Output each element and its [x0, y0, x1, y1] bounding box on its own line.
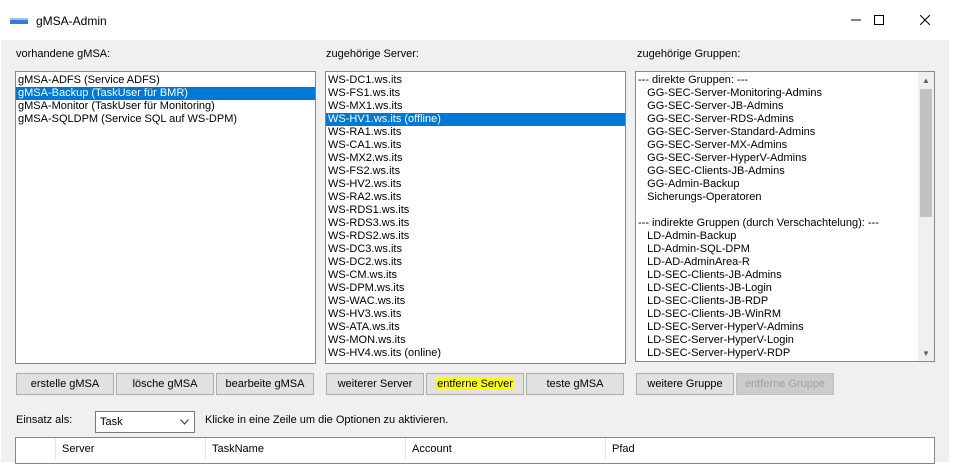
server-list-item[interactable]: WS-RDS2.ws.its [326, 230, 625, 243]
test-gmsa-button[interactable]: teste gMSA [526, 373, 624, 395]
group-list-item[interactable]: GG-SEC-Server-JB-Admins [636, 100, 918, 113]
group-list-item[interactable]: --- direkte Gruppen: --- [636, 74, 918, 87]
group-list-item[interactable] [636, 204, 918, 217]
group-list-item[interactable]: GG-SEC-Server-MX-Admins [636, 139, 918, 152]
groups-label: zugehörige Gruppen: [637, 48, 741, 60]
server-list-item[interactable]: WS-MX1.ws.its [326, 100, 625, 113]
einsatz-select[interactable]: Task [95, 411, 195, 433]
gmsa-label: vorhandene gMSA: [16, 48, 111, 60]
einsatz-select-value: Task [100, 416, 123, 428]
column-header-pfad[interactable]: Pfad [606, 438, 934, 460]
group-list-item[interactable]: GG-SEC-Server-HyperV-Admins [636, 152, 918, 165]
client-area: vorhandene gMSA: zugehörige Server: zuge… [1, 40, 949, 464]
remove-server-button[interactable]: entferne Server [426, 373, 524, 395]
gmsa-listbox[interactable]: gMSA-ADFS (Service ADFS) gMSA-Backup (Tas… [15, 71, 316, 364]
group-list-item[interactable]: --- indirekte Gruppen (durch Verschachte… [636, 217, 918, 230]
chevron-down-icon [180, 419, 189, 425]
server-list-item[interactable]: WS-RDS1.ws.its [326, 204, 625, 217]
server-list-item[interactable]: WS-DC3.ws.its [326, 243, 625, 256]
server-list-item[interactable]: WS-MX2.ws.its [326, 152, 625, 165]
server-list-item[interactable]: WS-RA1.ws.its [326, 126, 625, 139]
group-list-item[interactable]: LD-Admin-SQL-DPM [636, 243, 918, 256]
server-list-item[interactable]: WS-MON.ws.its [326, 334, 625, 347]
delete-gmsa-button[interactable]: lösche gMSA [116, 373, 214, 395]
server-list-item[interactable]: WS-FS2.ws.its [326, 165, 625, 178]
create-gmsa-label: erstelle gMSA [30, 378, 100, 390]
column-header-account[interactable]: Account [406, 438, 606, 460]
server-list-item[interactable]: WS-HV3.ws.its [326, 308, 625, 321]
group-list-item[interactable]: GG-SEC-Server-Monitoring-Admins [636, 87, 918, 100]
create-gmsa-button[interactable]: erstelle gMSA [16, 373, 114, 395]
maximize-icon[interactable] [856, 0, 902, 40]
group-list-item[interactable]: LD-SEC-Server-HyperV-Admins [636, 321, 918, 334]
group-list-item[interactable]: LD-AD-AdminArea-R [636, 256, 918, 269]
task-table[interactable]: Server TaskName Account Pfad [15, 437, 935, 464]
group-list-item[interactable]: GG-SEC-Server-Standard-Admins [636, 126, 918, 139]
group-list-item[interactable]: LD-Admin-Backup [636, 230, 918, 243]
test-gmsa-label: teste gMSA [546, 378, 604, 390]
edit-gmsa-label: bearbeite gMSA [225, 378, 305, 390]
add-group-label: weitere Gruppe [647, 378, 723, 390]
group-list-item[interactable]: LD-SEC-Clients-JB-Admins [636, 269, 918, 282]
group-list-item[interactable]: LD-SEC-Server-HyperV-Login [636, 334, 918, 347]
server-listbox[interactable]: WS-DC1.ws.its WS-FS1.ws.its WS-MX1.ws.its W… [325, 71, 626, 364]
close-icon[interactable] [902, 0, 948, 40]
scroll-up-icon[interactable]: ▲ [918, 72, 934, 88]
title-bar: gMSA-Admin [0, 0, 954, 40]
group-list-item[interactable]: GG-SEC-Clients-JB-Admins [636, 165, 918, 178]
group-list-item[interactable]: GG-Admin-Backup [636, 178, 918, 191]
add-group-button[interactable]: weitere Gruppe [636, 373, 734, 395]
group-list-item[interactable]: LD-SEC-Clients-JB-RDP [636, 295, 918, 308]
gmsa-list-item[interactable]: gMSA-Backup (TaskUser für BMR) [16, 87, 315, 100]
server-list-item[interactable]: WS-RA2.ws.its [326, 191, 625, 204]
column-header-taskname[interactable]: TaskName [206, 438, 406, 460]
server-list-item[interactable]: WS-DPM.ws.its [326, 282, 625, 295]
remove-group-button: entferne Gruppe [736, 373, 834, 395]
server-list-item[interactable]: WS-CA1.ws.its [326, 139, 625, 152]
server-list-item[interactable]: WS-DC1.ws.its [326, 74, 625, 87]
remove-group-label: entferne Gruppe [744, 378, 826, 390]
gmsa-list-item[interactable]: gMSA-ADFS (Service ADFS) [16, 74, 315, 87]
group-listbox[interactable]: --- direkte Gruppen: --- GG-SEC-Server-M… [635, 71, 935, 362]
scroll-thumb[interactable] [920, 89, 932, 217]
group-list-item[interactable]: GG-SEC-Server-RDS-Admins [636, 113, 918, 126]
row-header-column [16, 438, 56, 460]
server-list-item[interactable]: WS-RDS3.ws.its [326, 217, 625, 230]
einsatz-label: Einsatz als: [16, 414, 73, 426]
edit-gmsa-button[interactable]: bearbeite gMSA [216, 373, 314, 395]
scroll-down-icon[interactable]: ▼ [918, 345, 934, 361]
group-scrollbar[interactable]: ▲ ▼ [918, 72, 934, 361]
server-list-item[interactable]: WS-ATA.ws.its [326, 321, 625, 334]
server-list-item[interactable]: WS-WAC.ws.its [326, 295, 625, 308]
group-list-item[interactable]: LD-SEC-Clients-JB-WinRM [636, 308, 918, 321]
server-list-item[interactable]: WS-DC2.ws.its [326, 256, 625, 269]
gmsa-list-item[interactable]: gMSA-Monitor (TaskUser für Monitoring) [16, 100, 315, 113]
server-list-item[interactable]: WS-HV2.ws.its [326, 178, 625, 191]
gmsa-list-item[interactable]: gMSA-SQLDPM (Service SQL auf WS-DPM) [16, 113, 315, 126]
app-icon [10, 18, 28, 24]
group-list-item[interactable]: LD-SEC-Clients-JB-Login [636, 282, 918, 295]
group-list-item[interactable]: Sicherungs-Operatoren [636, 191, 918, 204]
server-label: zugehörige Server: [326, 48, 419, 60]
hint-text: Klicke in eine Zeile um die Optionen zu … [205, 414, 449, 426]
remove-server-label: entferne Server [436, 378, 514, 390]
group-list-item[interactable]: LD-SEC-Server-HyperV-RDP [636, 347, 918, 360]
server-list-item[interactable]: WS-CM.ws.its [326, 269, 625, 282]
delete-gmsa-label: lösche gMSA [132, 378, 198, 390]
column-header-server[interactable]: Server [56, 438, 206, 460]
add-server-button[interactable]: weiterer Server [326, 373, 424, 395]
window-title: gMSA-Admin [36, 14, 107, 28]
server-list-item[interactable]: WS-HV1.ws.its (offline) [326, 113, 625, 126]
add-server-label: weiterer Server [337, 378, 413, 390]
server-list-item[interactable]: WS-FS1.ws.its [326, 87, 625, 100]
server-list-item[interactable]: WS-HV4.ws.its (online) [326, 347, 625, 360]
window-border [949, 0, 954, 462]
